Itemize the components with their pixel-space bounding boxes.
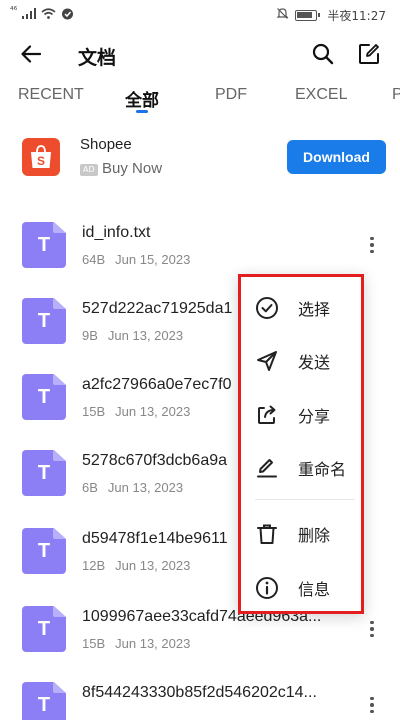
file-name: 527d222ac71925da1 bbox=[82, 300, 233, 317]
check-circle-icon bbox=[255, 296, 279, 320]
tab-pdf[interactable]: PDF bbox=[215, 86, 247, 104]
share-icon bbox=[255, 403, 279, 427]
menu-item-rename[interactable]: 重命名 bbox=[241, 443, 361, 493]
file-date: Jun 13, 2023 bbox=[115, 636, 191, 651]
wifi-icon bbox=[41, 8, 56, 22]
menu-item-label: 分享 bbox=[298, 407, 331, 426]
file-name: a2fc27966a0e7ec7f0 bbox=[82, 376, 232, 393]
top-actions bbox=[310, 43, 382, 69]
more-options-button[interactable] bbox=[364, 232, 380, 258]
file-meta: 6B Jun 13, 2023 bbox=[82, 480, 183, 495]
file-meta: 15B Jun 13, 2023 bbox=[82, 636, 190, 651]
mute-icon bbox=[276, 7, 289, 23]
page-title: 文档 bbox=[78, 46, 117, 69]
menu-item-label: 重命名 bbox=[298, 460, 347, 479]
shopee-logo-icon: S bbox=[22, 138, 60, 176]
ad-title: Shopee bbox=[80, 136, 132, 153]
menu-divider bbox=[255, 499, 355, 500]
status-bar: ⁴⁶ 半夜11:27 bbox=[0, 0, 400, 30]
ad-tag: AD bbox=[80, 164, 98, 176]
file-date: Jun 13, 2023 bbox=[115, 404, 191, 419]
file-meta: 9B Jun 13, 2023 bbox=[82, 328, 183, 343]
top-bar: 文档 bbox=[0, 34, 400, 78]
search-button[interactable] bbox=[310, 43, 336, 69]
status-right: 半夜11:27 bbox=[276, 7, 386, 24]
file-meta: 64B Jun 15, 2023 bbox=[82, 252, 190, 267]
ad-cta-text: Buy Now bbox=[102, 160, 163, 177]
menu-item-info[interactable]: 信息 bbox=[241, 563, 361, 613]
file-date: Jun 15, 2023 bbox=[115, 252, 191, 267]
menu-item-send[interactable]: 发送 bbox=[241, 336, 361, 386]
rename-icon bbox=[255, 456, 279, 480]
send-icon bbox=[255, 349, 279, 373]
menu-item-delete[interactable]: 删除 bbox=[241, 509, 361, 559]
battery-icon bbox=[295, 9, 321, 21]
signal-icon bbox=[22, 8, 37, 22]
tab-recent[interactable]: RECENT bbox=[18, 86, 84, 104]
menu-item-label: 选择 bbox=[298, 300, 331, 319]
file-size: 15B bbox=[82, 636, 106, 651]
delete-icon bbox=[255, 522, 279, 546]
tab-indicator bbox=[136, 110, 148, 113]
menu-item-label: 发送 bbox=[298, 353, 331, 372]
file-row[interactable]: T 8f544243330b85f2d546202c14... bbox=[0, 660, 400, 720]
file-name: id_info.txt bbox=[82, 224, 151, 241]
download-button[interactable]: Download bbox=[287, 140, 386, 174]
file-date: Jun 13, 2023 bbox=[115, 558, 191, 573]
file-name: 5278c670f3dcb6a9a bbox=[82, 452, 228, 469]
tab-excel[interactable]: EXCEL bbox=[295, 86, 347, 104]
tab-all[interactable]: 全部 bbox=[125, 86, 159, 111]
file-size: 12B bbox=[82, 558, 106, 573]
file-meta: 12B Jun 13, 2023 bbox=[82, 558, 190, 573]
signal-label: ⁴⁶ bbox=[10, 6, 18, 16]
file-date: Jun 13, 2023 bbox=[107, 480, 184, 495]
status-time: 半夜11:27 bbox=[327, 8, 386, 23]
file-meta: 15B Jun 13, 2023 bbox=[82, 404, 190, 419]
data-icon bbox=[61, 8, 74, 23]
more-options-button[interactable] bbox=[364, 616, 380, 642]
menu-item-label: 信息 bbox=[298, 580, 331, 599]
menu-item-select[interactable]: 选择 bbox=[241, 283, 361, 333]
back-arrow-icon bbox=[21, 45, 42, 67]
file-size: 6B bbox=[82, 480, 98, 495]
search-icon bbox=[312, 43, 334, 69]
tab-ppt[interactable]: P bbox=[392, 86, 400, 104]
info-icon bbox=[255, 576, 279, 600]
status-left: ⁴⁶ bbox=[10, 6, 74, 23]
svg-text:S: S bbox=[37, 154, 45, 168]
file-name: d59478f1e14be9611 bbox=[82, 530, 228, 547]
file-size: 15B bbox=[82, 404, 106, 419]
ad-banner[interactable]: S Shopee AD Buy Now Download bbox=[0, 128, 400, 192]
file-date: Jun 13, 2023 bbox=[107, 328, 184, 343]
new-document-button[interactable] bbox=[356, 43, 382, 69]
tab-bar: RECENT 全部 PDF EXCEL P bbox=[0, 86, 400, 118]
menu-item-share[interactable]: 分享 bbox=[241, 390, 361, 440]
file-size: 9B bbox=[82, 328, 98, 343]
more-options-button[interactable] bbox=[364, 692, 380, 718]
file-size: 64B bbox=[82, 252, 106, 267]
new-document-icon bbox=[358, 43, 380, 69]
file-row[interactable]: T id_info.txt 64B Jun 15, 2023 bbox=[0, 200, 400, 278]
back-button[interactable] bbox=[18, 43, 44, 69]
menu-item-label: 删除 bbox=[298, 526, 331, 545]
context-menu: 选择 发送 分享 重命名 删除 信息 bbox=[238, 274, 364, 614]
file-name: 8f544243330b85f2d546202c14... bbox=[82, 684, 317, 701]
